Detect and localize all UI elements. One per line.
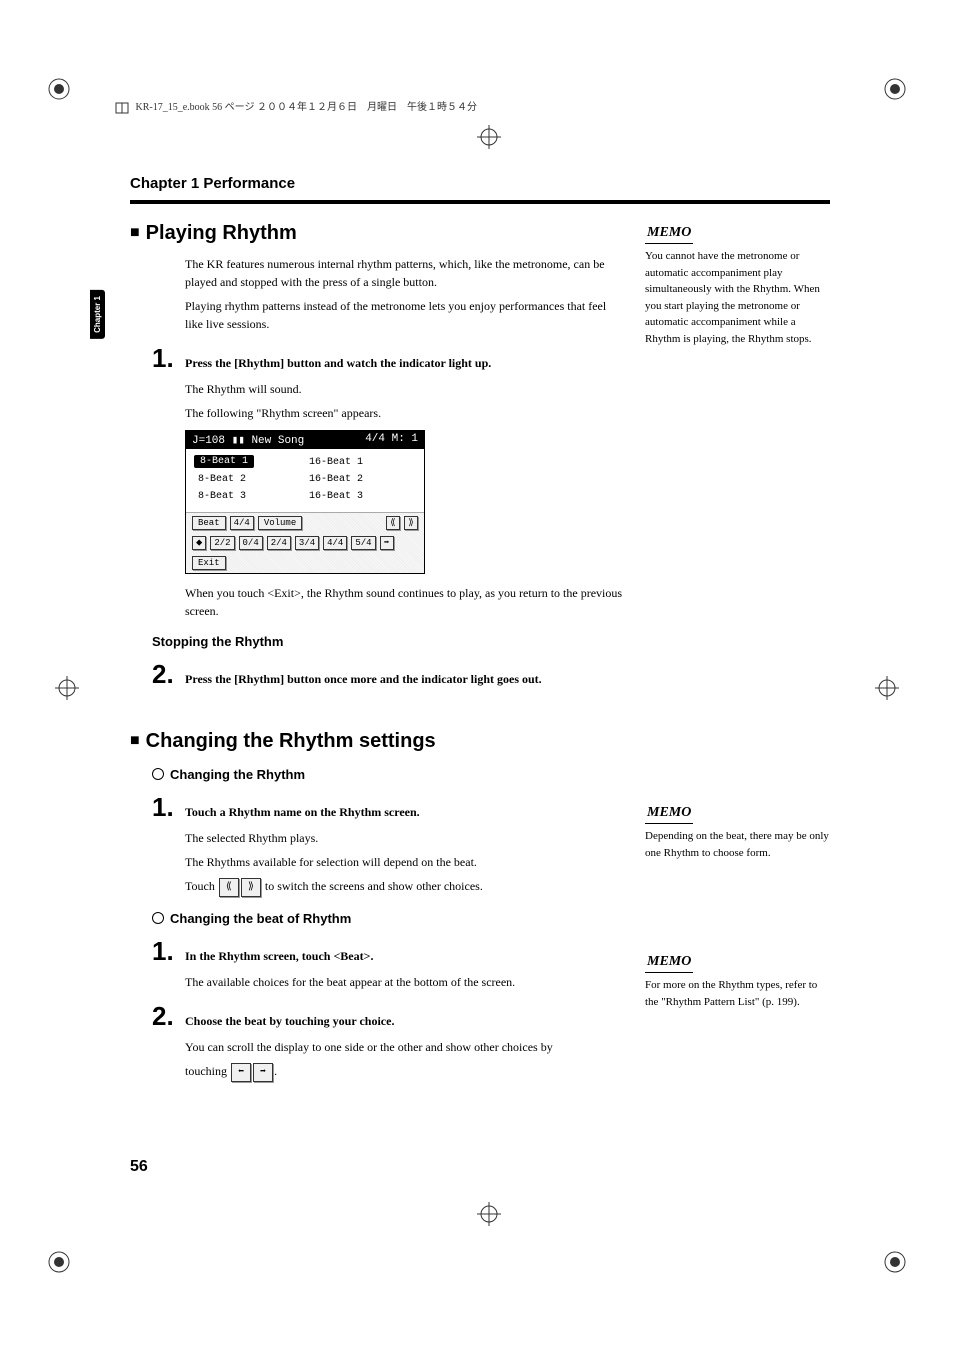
memo-label: MEMO	[645, 951, 693, 973]
screen-beat-opt: 3/4	[295, 536, 319, 550]
crop-mark-icon	[45, 75, 73, 103]
step-note: The following "Rhythm screen" appears.	[185, 404, 625, 422]
registration-mark-icon	[477, 1202, 501, 1226]
stopping-rhythm-heading: Stopping the Rhythm	[152, 634, 625, 649]
crop-mark-icon	[881, 1248, 909, 1276]
rhythm-screen-figure: J=108 ▮▮ New Song 4/4 M: 1 8-Beat 1 8-Be…	[185, 430, 425, 574]
step-number-2: 2.	[130, 659, 185, 690]
rhythm-option: 16-Beat 1	[305, 455, 416, 470]
paragraph: The KR features numerous internal rhythm…	[185, 255, 625, 291]
prev-screen-icon: ⟪	[219, 878, 239, 897]
chapter-title: Chapter 1 Performance	[130, 175, 830, 192]
step-instruction: Press the [Rhythm] button once more and …	[185, 672, 625, 687]
title-rule	[130, 200, 830, 204]
step-number-2: 2.	[130, 1001, 185, 1032]
step-note: The selected Rhythm plays.	[185, 829, 625, 847]
screen-beat-opt: 2/4	[267, 536, 291, 550]
step-note: touching ⬅➡.	[185, 1062, 625, 1082]
header-text: KR-17_15_e.book 56 ページ ２００４年１２月６日 月曜日 午後…	[136, 102, 477, 113]
screen-beat-opt: 2/2	[210, 536, 234, 550]
memo-text: For more on the Rhythm types, refer to t…	[645, 977, 830, 1010]
crop-mark-icon	[45, 1248, 73, 1276]
step-instruction: Press the [Rhythm] button and watch the …	[185, 356, 625, 371]
memo-block: MEMO You cannot have the metronome or au…	[645, 222, 830, 347]
changing-rhythm-heading: Changing the Rhythm	[152, 767, 625, 782]
memo-label: MEMO	[645, 222, 693, 244]
print-header: KR-17_15_e.book 56 ページ ２００４年１２月６日 月曜日 午後…	[115, 98, 477, 115]
memo-block: MEMO For more on the Rhythm types, refer…	[645, 951, 830, 1010]
step-instruction: In the Rhythm screen, touch <Beat>.	[185, 949, 625, 964]
screen-volume-button: Volume	[258, 516, 302, 530]
arrow-right-icon: ➡	[253, 1063, 273, 1082]
section-changing-rhythm-settings: ■Changing the Rhythm settings	[130, 730, 625, 753]
rhythm-option-selected: 8-Beat 1	[194, 455, 254, 468]
memo-label: MEMO	[645, 802, 693, 824]
screen-prev-button: ⟪	[386, 516, 400, 530]
arrow-left-icon: ⬅	[231, 1063, 251, 1082]
rhythm-option: 8-Beat 2	[194, 472, 305, 487]
step-number-1: 1.	[130, 936, 185, 967]
screen-beat-opt: 4/4	[323, 536, 347, 550]
screen-beat-opt: 5/4	[351, 536, 375, 550]
screen-next-button: ⟫	[404, 516, 418, 530]
step-instruction: Touch a Rhythm name on the Rhythm screen…	[185, 805, 625, 820]
screen-beat-button: Beat	[192, 516, 226, 530]
registration-mark-icon	[55, 676, 79, 700]
screen-beat-opt: 0/4	[239, 536, 263, 550]
step-note: You can scroll the display to one side o…	[185, 1038, 625, 1056]
screen-beat-opt: ⬥	[192, 536, 206, 550]
memo-block: MEMO Depending on the beat, there may be…	[645, 802, 830, 861]
step-number-1: 1.	[130, 792, 185, 823]
crop-mark-icon	[881, 75, 909, 103]
step-note: Touch ⟪⟫ to switch the screens and show …	[185, 877, 625, 897]
screen-beat-opt: ➡	[380, 536, 394, 550]
section-playing-rhythm: ■Playing Rhythm	[130, 222, 625, 245]
memo-text: Depending on the beat, there may be only…	[645, 828, 830, 861]
step-instruction: Choose the beat by touching your choice.	[185, 1014, 625, 1029]
next-screen-icon: ⟫	[241, 878, 261, 897]
step-note: The Rhythms available for selection will…	[185, 853, 625, 871]
step-note: The Rhythm will sound.	[185, 380, 625, 398]
paragraph: When you touch <Exit>, the Rhythm sound …	[185, 584, 625, 620]
screen-beat-value: 4/4	[230, 516, 254, 530]
rhythm-option: 16-Beat 2	[305, 472, 416, 487]
memo-text: You cannot have the metronome or automat…	[645, 248, 830, 347]
step-number-1: 1.	[130, 343, 185, 374]
step-note: The available choices for the beat appea…	[185, 973, 625, 991]
registration-mark-icon	[875, 676, 899, 700]
screen-exit-button: Exit	[192, 556, 226, 570]
paragraph: Playing rhythm patterns instead of the m…	[185, 297, 625, 333]
changing-beat-heading: Changing the beat of Rhythm	[152, 911, 625, 926]
page-number: 56	[130, 1158, 148, 1176]
rhythm-option: 16-Beat 3	[305, 489, 416, 504]
book-icon	[115, 101, 129, 115]
registration-mark-icon	[477, 125, 501, 149]
rhythm-option: 8-Beat 3	[194, 489, 305, 504]
chapter-side-tab: Chapter 1	[90, 290, 105, 339]
screen-header-left: J=108 ▮▮ New Song	[192, 433, 304, 447]
screen-header-right: 4/4 M: 1	[365, 433, 418, 447]
